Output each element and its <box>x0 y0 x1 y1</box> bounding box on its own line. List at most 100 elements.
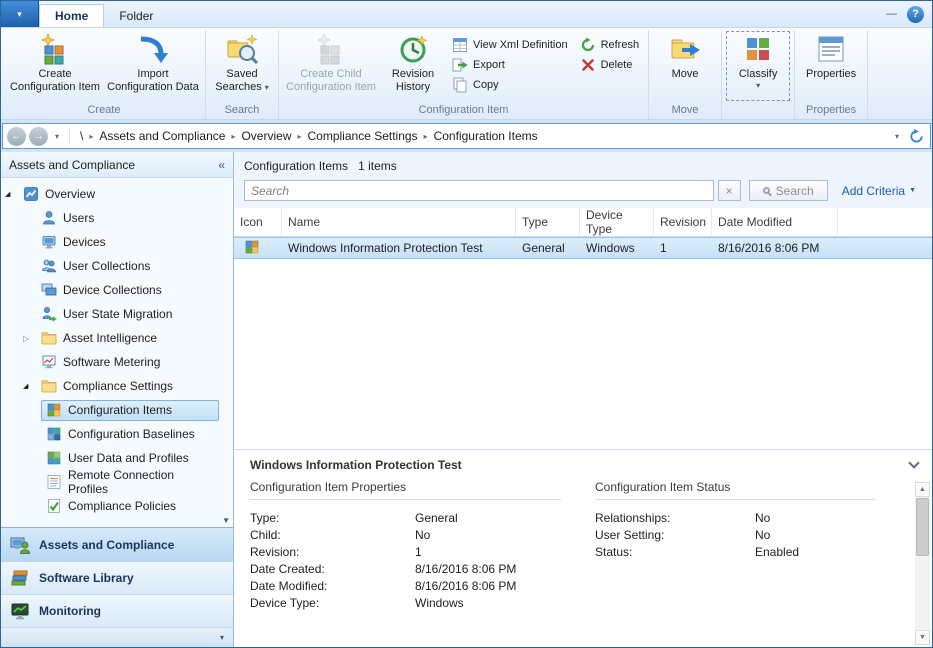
classify-button[interactable]: Classify ▾ <box>725 30 791 102</box>
back-arrow-icon: ← <box>11 131 22 142</box>
detail-value: No <box>755 527 770 544</box>
collapse-sidebar-icon[interactable]: « <box>218 158 225 172</box>
scroll-down-button[interactable]: ▼ <box>915 630 930 645</box>
export-button[interactable]: Export <box>446 55 574 75</box>
tree-item-user-state-migration[interactable]: User State Migration <box>1 302 233 326</box>
button-label: History <box>396 81 430 94</box>
workspace-options[interactable]: ▾ <box>1 627 233 647</box>
scrollbar-track[interactable] <box>915 497 930 630</box>
scrollbar-thumb[interactable] <box>916 498 929 556</box>
tree-item-compliance-settings[interactable]: ◢ Compliance Settings <box>1 374 233 398</box>
tree-item-software-metering[interactable]: Software Metering <box>1 350 233 374</box>
detail-value: General <box>415 510 458 527</box>
detail-value: 1 <box>415 544 422 561</box>
workspace-monitoring[interactable]: Monitoring <box>1 594 233 627</box>
ribbon-small-column: Refresh Delete <box>574 30 646 75</box>
tree-item-label: Device Collections <box>63 283 162 297</box>
copy-button[interactable]: Copy <box>446 75 574 95</box>
properties-button[interactable]: Properties <box>798 30 864 102</box>
move-button[interactable]: Move <box>652 30 718 102</box>
breadcrumb-root[interactable]: \ <box>76 129 87 143</box>
titlebar-icons: — ? <box>886 1 932 27</box>
tree-item-configuration-baselines[interactable]: Configuration Baselines <box>1 422 233 446</box>
revision-history-button[interactable]: Revision History <box>380 30 446 102</box>
breadcrumb-item[interactable]: Overview <box>237 129 295 143</box>
tree-scroll-down-button[interactable]: ▼ <box>222 516 230 525</box>
breadcrumb-separator-icon[interactable]: ▸ <box>229 132 237 141</box>
tree-item-user-collections[interactable]: User Collections <box>1 254 233 278</box>
view-xml-definition-button[interactable]: View Xml Definition <box>446 35 574 55</box>
tab-home[interactable]: Home <box>39 4 104 27</box>
tree-item-device-collections[interactable]: Device Collections <box>1 278 233 302</box>
detail-label: Relationships: <box>595 510 755 527</box>
tree-item-remote-connection-profiles[interactable]: Remote Connection Profiles <box>1 470 233 494</box>
column-header-revision[interactable]: Revision <box>654 208 712 236</box>
column-header-device-type[interactable]: Device Type <box>580 208 654 236</box>
back-button[interactable]: ← <box>7 127 26 146</box>
tree-item-configuration-items[interactable]: Configuration Items <box>1 398 233 422</box>
table-row[interactable]: Windows Information Protection Test Gene… <box>234 237 932 259</box>
expand-icon[interactable]: ◢ <box>5 190 18 198</box>
workspace-assets-and-compliance[interactable]: Assets and Compliance <box>1 528 233 561</box>
workspace-software-library[interactable]: Software Library <box>1 561 233 594</box>
button-label: Classify <box>739 68 778 81</box>
column-header-date-modified[interactable]: Date Modified <box>712 208 838 236</box>
app-menu-button[interactable]: ▾ <box>1 1 39 27</box>
refresh-navigation-icon[interactable] <box>909 129 924 144</box>
section-header: Configuration Item Status <box>595 480 876 500</box>
delete-button[interactable]: Delete <box>574 55 646 75</box>
search-input[interactable] <box>244 180 714 201</box>
tree-item-compliance-policies[interactable]: Compliance Policies <box>1 494 233 518</box>
refresh-button[interactable]: Refresh <box>574 35 646 55</box>
button-label: Create <box>38 68 71 81</box>
search-button[interactable]: Search <box>749 180 828 201</box>
help-icon[interactable]: ? <box>907 6 924 23</box>
nav-history-dropdown[interactable]: ▾ <box>51 132 63 141</box>
saved-searches-button[interactable]: Saved Searches ▾ <box>209 30 275 102</box>
scroll-up-button[interactable]: ▲ <box>915 482 930 497</box>
tree-item-asset-intelligence[interactable]: ▷ Asset Intelligence <box>1 326 233 350</box>
create-child-configuration-item-button[interactable]: Create Child Configuration Item <box>282 30 380 102</box>
breadcrumb-separator-icon[interactable]: ▸ <box>87 132 95 141</box>
workspace-label: Monitoring <box>39 604 101 618</box>
tree-item-overview[interactable]: ◢ Overview <box>1 182 233 206</box>
details-scrollbar[interactable]: ▲ ▼ <box>915 482 930 645</box>
breadcrumb-item[interactable]: Configuration Items <box>430 129 542 143</box>
tree-item-label: Devices <box>63 235 106 249</box>
minimize-ribbon-icon[interactable]: — <box>886 8 897 20</box>
tree-item-user-data-and-profiles[interactable]: User Data and Profiles <box>1 446 233 470</box>
expand-icon[interactable]: ▷ <box>23 334 36 343</box>
search-button-label: Search <box>776 184 814 198</box>
column-header-type[interactable]: Type <box>516 208 580 236</box>
breadcrumb-item[interactable]: Compliance Settings <box>304 129 422 143</box>
address-dropdown[interactable]: ▾ <box>891 132 903 141</box>
tree-item-users[interactable]: Users <box>1 206 233 230</box>
expand-icon[interactable]: ◢ <box>23 382 36 390</box>
tree-item-label: Configuration Items <box>68 403 172 417</box>
sidebar-header: Assets and Compliance « <box>1 152 233 178</box>
chevron-down-icon: ▾ <box>220 633 224 642</box>
titlebar: ▾ Home Folder — ? <box>1 1 932 28</box>
add-criteria-link[interactable]: Add Criteria ▼ <box>832 184 924 198</box>
breadcrumb-separator-icon[interactable]: ▸ <box>422 132 430 141</box>
button-label: Configuration Item <box>286 81 376 94</box>
tab-folder[interactable]: Folder <box>104 4 168 27</box>
button-label: Delete <box>601 59 633 71</box>
tree-item-label: Overview <box>45 187 95 201</box>
collapse-details-icon[interactable] <box>908 457 919 468</box>
import-configuration-data-button[interactable]: Import Configuration Data <box>104 30 202 102</box>
add-criteria-label: Add Criteria <box>842 184 905 198</box>
details-titlebar: Windows Information Protection Test <box>234 450 932 480</box>
create-configuration-item-button[interactable]: Create Configuration Item <box>6 30 104 102</box>
breadcrumb-separator-icon[interactable]: ▸ <box>295 132 303 141</box>
monitoring-icon <box>10 601 30 621</box>
tree-item-label: Asset Intelligence <box>63 331 157 345</box>
clear-search-button[interactable]: × <box>718 180 741 201</box>
forward-button[interactable]: → <box>29 127 48 146</box>
tree-item-label: Users <box>63 211 94 225</box>
tree-item-devices[interactable]: Devices <box>1 230 233 254</box>
button-label: View Xml Definition <box>473 39 568 51</box>
column-header-name[interactable]: Name <box>282 208 516 236</box>
breadcrumb-item[interactable]: Assets and Compliance <box>95 129 229 143</box>
column-header-icon[interactable]: Icon <box>234 208 282 236</box>
